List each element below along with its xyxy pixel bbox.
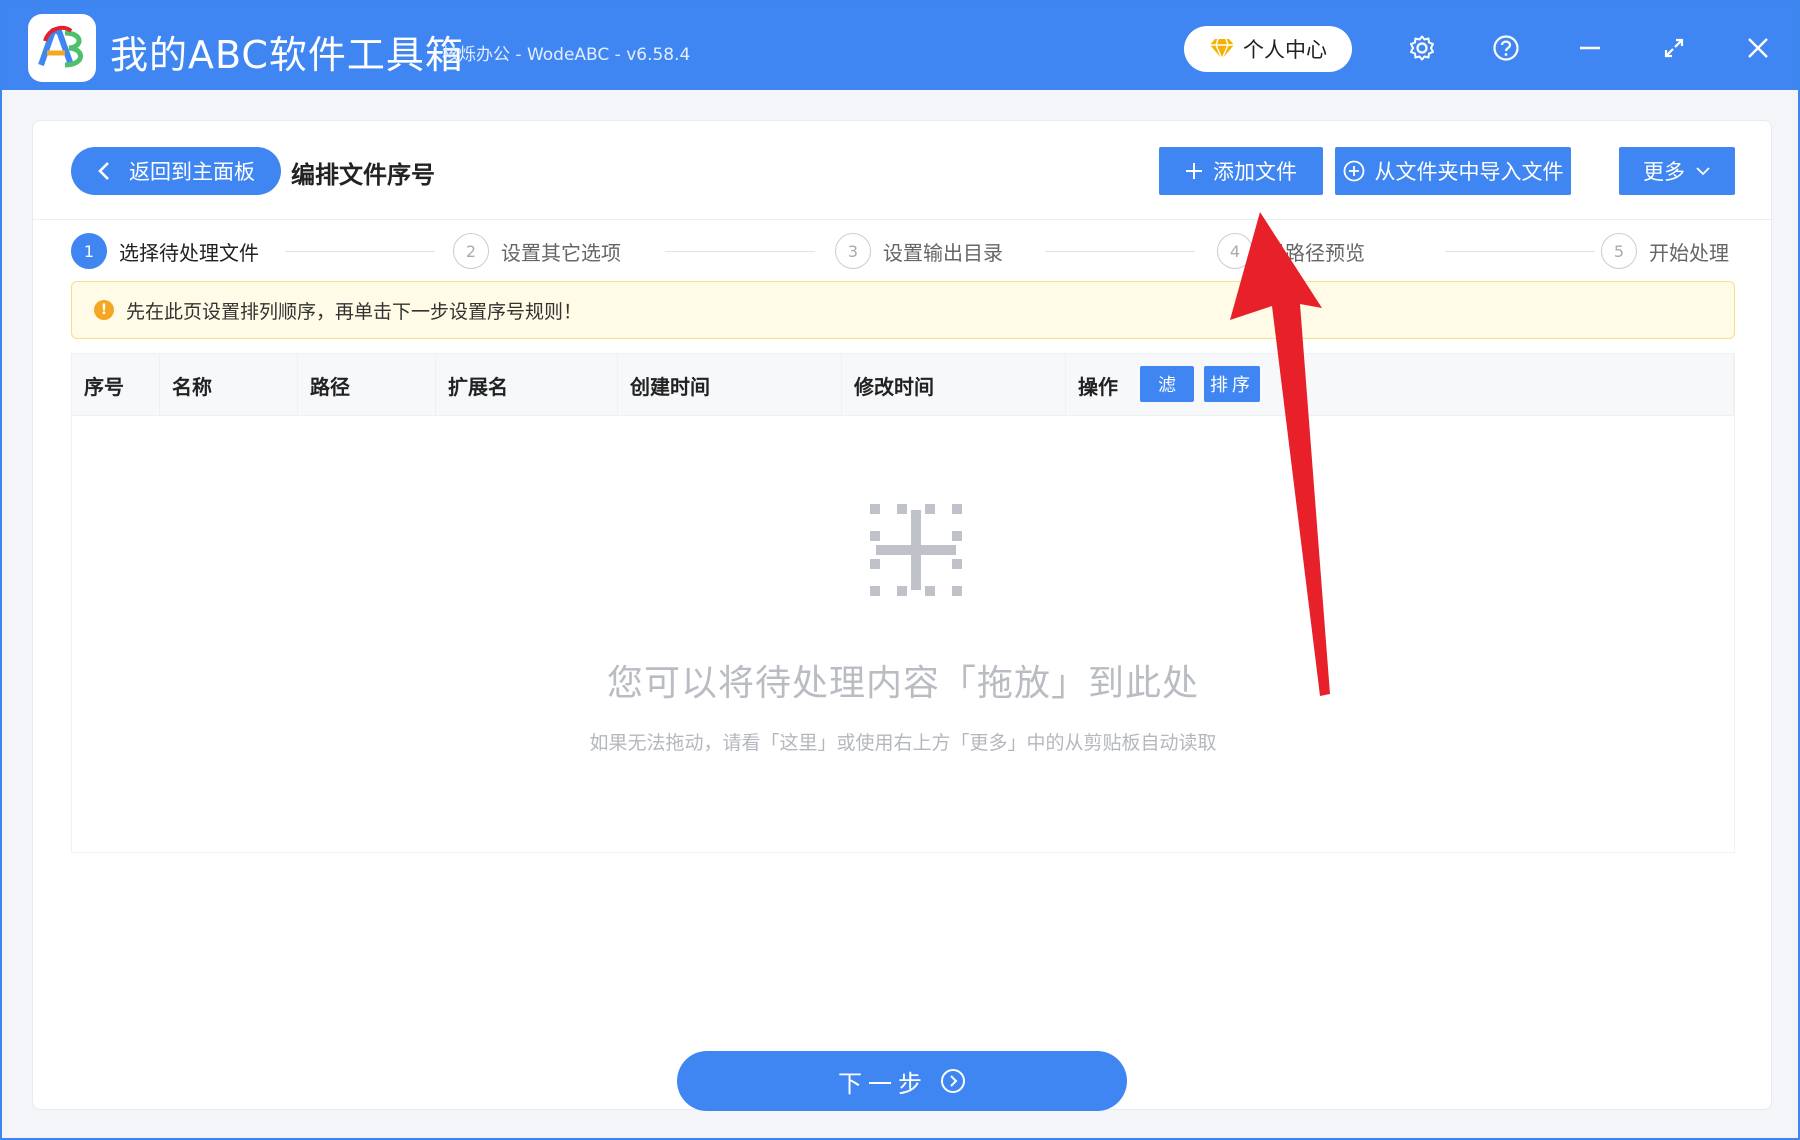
maximize-button[interactable] [1652, 26, 1696, 70]
table-header: 序号 名称 路径 扩展名 创建时间 修改时间 操作 滤 排序 [72, 354, 1734, 416]
abc-logo-icon [38, 25, 83, 68]
annotation-arrow [1230, 212, 1330, 696]
step-2[interactable]: 2 设置其它选项 [453, 233, 621, 269]
step-connector [665, 251, 815, 252]
step-label: 设置输出目录 [883, 240, 1003, 265]
close-button[interactable] [1736, 26, 1780, 70]
minimize-icon [1580, 46, 1600, 50]
back-to-home-button[interactable]: 返回到主面板 [71, 147, 281, 195]
minimize-button[interactable] [1568, 26, 1612, 70]
column-header-index[interactable]: 序号 [72, 354, 160, 416]
app-version: 核烁办公 - WodeABC - v6.58.4 [442, 45, 691, 65]
column-header-extension[interactable]: 扩展名 [436, 354, 618, 416]
back-label: 返回到主面板 [129, 160, 255, 184]
column-header-modified[interactable]: 修改时间 [842, 354, 1066, 416]
maximize-icon [1664, 38, 1684, 58]
title-bar[interactable]: 我的ABC软件工具箱 核烁办公 - WodeABC - v6.58.4 个人中心 [2, 2, 1798, 90]
drop-zone-hint: 如果无法拖动，请看「这里」或使用右上方「更多」中的从剪贴板自动读取 [589, 732, 1217, 754]
import-folder-label: 从文件夹中导入文件 [1374, 160, 1564, 184]
circle-chevron-right-icon [941, 1069, 965, 1093]
info-notice: ! 先在此页设置排列顺序，再单击下一步设置序号规则！ [71, 281, 1735, 339]
plus-icon [1186, 163, 1202, 179]
drop-zone-title: 您可以将待处理内容「拖放」到此处 [606, 663, 1199, 704]
more-dropdown-button[interactable]: 更多 [1619, 147, 1735, 195]
chevron-left-icon [98, 162, 109, 180]
step-label: 选择待处理文件 [119, 240, 259, 265]
page-title: 编排文件序号 [291, 161, 435, 189]
column-header-created[interactable]: 创建时间 [618, 354, 842, 416]
next-label: 下一步 [838, 1069, 928, 1098]
user-center-button[interactable]: 个人中心 [1184, 26, 1352, 72]
step-number: 5 [1601, 233, 1637, 269]
column-header-path[interactable]: 路径 [298, 354, 436, 416]
help-icon [1493, 35, 1519, 61]
step-number: 2 [453, 233, 489, 269]
more-label: 更多 [1643, 160, 1685, 184]
step-number: 1 [71, 233, 107, 269]
step-connector [285, 251, 435, 252]
app-title: 我的ABC软件工具箱 [110, 33, 464, 77]
step-progress: 1 选择待处理文件 2 设置其它选项 3 设置输出目录 4 果路径预览 5 开始… [71, 233, 1735, 273]
file-table: 序号 名称 路径 扩展名 创建时间 修改时间 操作 滤 排序 您可以将待处理内容… [71, 353, 1735, 853]
close-icon [1748, 38, 1768, 58]
settings-button[interactable] [1400, 26, 1444, 70]
app-window: 我的ABC软件工具箱 核烁办公 - WodeABC - v6.58.4 个人中心 [0, 0, 1800, 1140]
diamond-icon [1210, 38, 1234, 60]
step-1[interactable]: 1 选择待处理文件 [71, 233, 259, 269]
gear-icon [1410, 35, 1434, 61]
warning-icon: ! [94, 300, 114, 320]
step-number: 3 [835, 233, 871, 269]
next-step-button[interactable]: 下一步 [677, 1051, 1127, 1111]
step-label: 设置其它选项 [501, 240, 621, 265]
step-label: 开始处理 [1649, 240, 1729, 265]
add-file-button[interactable]: 添加文件 [1159, 147, 1323, 195]
step-5[interactable]: 5 开始处理 [1601, 233, 1729, 269]
import-folder-button[interactable]: 从文件夹中导入文件 [1335, 147, 1571, 195]
user-center-label: 个人中心 [1243, 38, 1327, 62]
column-header-name[interactable]: 名称 [160, 354, 298, 416]
step-connector [1045, 251, 1195, 252]
help-button[interactable] [1484, 26, 1528, 70]
step-connector [1445, 251, 1595, 252]
main-panel: 返回到主面板 编排文件序号 添加文件 从文件夹中导入文件 更多 1 选择待处理文… [32, 120, 1773, 1111]
step-3[interactable]: 3 设置输出目录 [835, 233, 1003, 269]
app-logo [28, 14, 96, 82]
toolbar-divider [33, 219, 1773, 220]
chevron-down-icon [1696, 167, 1710, 176]
notice-text: 先在此页设置排列顺序，再单击下一步设置序号规则！ [126, 300, 583, 323]
add-file-label: 添加文件 [1213, 160, 1297, 184]
filter-button[interactable]: 滤 [1140, 366, 1194, 402]
circle-plus-icon [1343, 160, 1364, 182]
filter-label: 滤 [1158, 375, 1176, 396]
drop-zone-icon [870, 504, 962, 596]
